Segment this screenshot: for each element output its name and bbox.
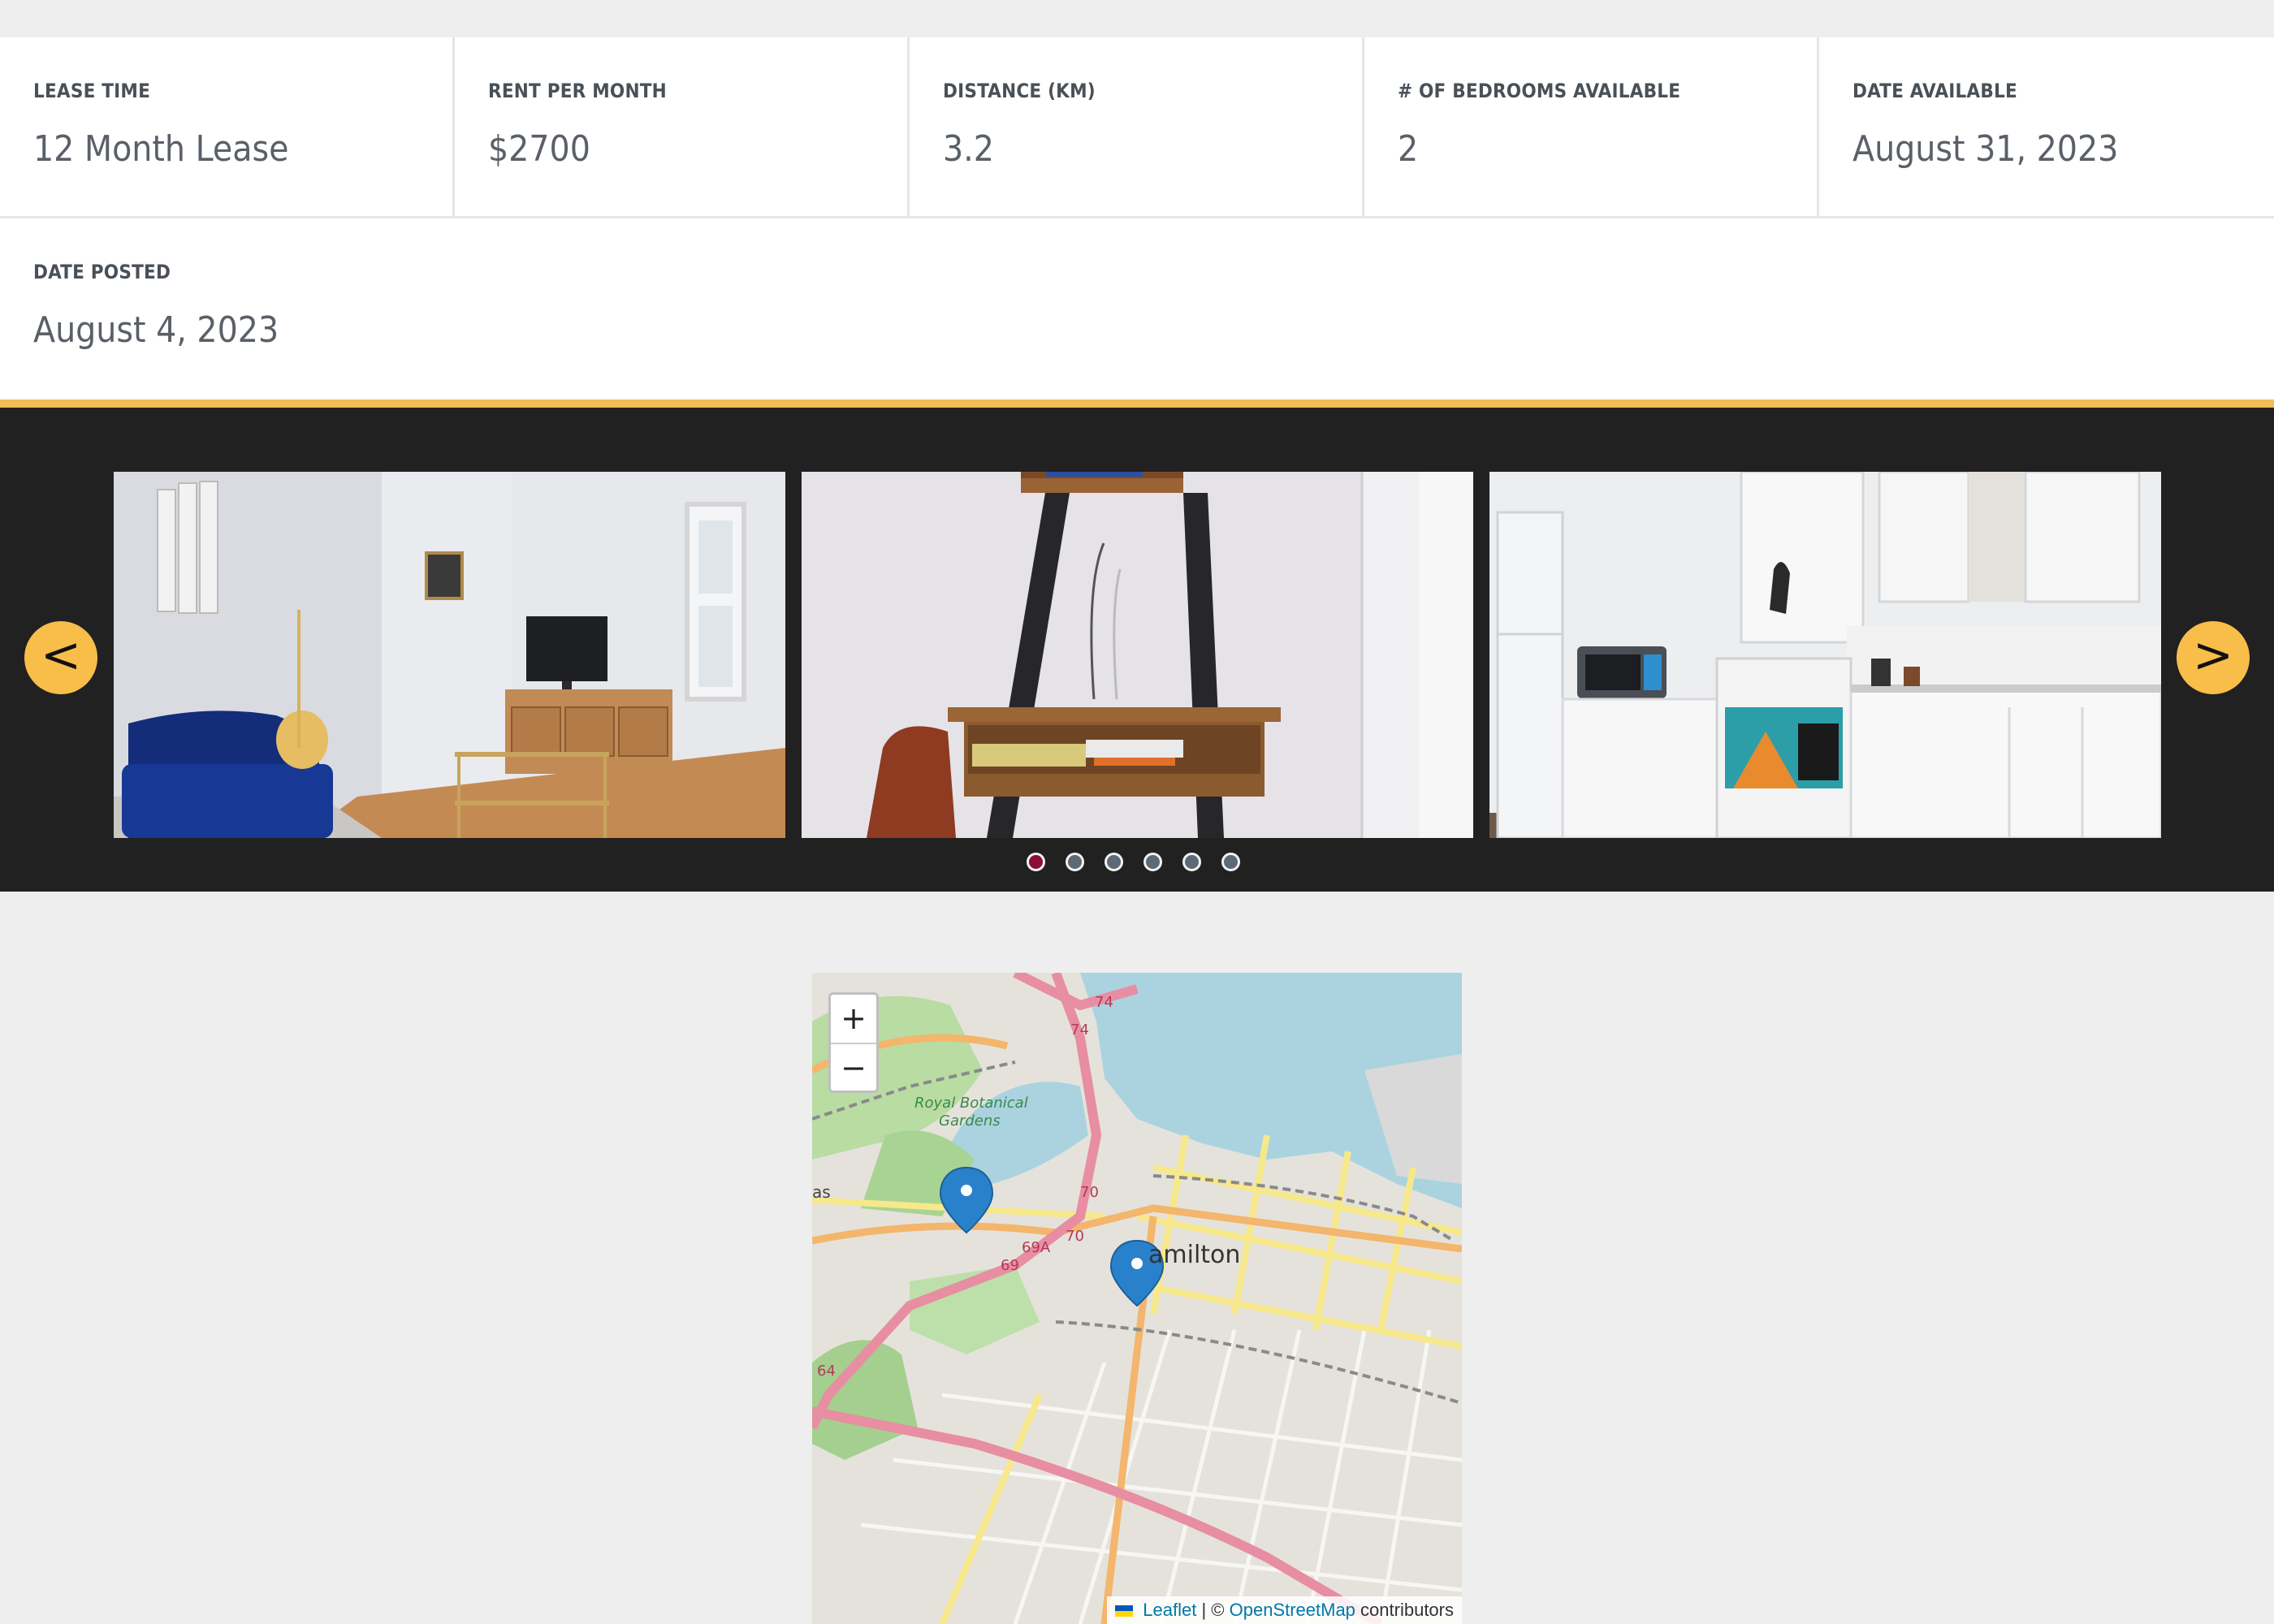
carousel-dot-2[interactable]: [1066, 853, 1084, 871]
accent-divider: [0, 400, 2274, 408]
date-available-label: DATE AVAILABLE: [1852, 80, 2017, 102]
attribution-separator: | ©: [1201, 1600, 1225, 1620]
carousel-next-button[interactable]: >: [2177, 621, 2250, 694]
leaflet-link[interactable]: Leaflet: [1143, 1600, 1196, 1620]
date-posted-label: DATE POSTED: [33, 261, 171, 283]
desk-photo: [802, 472, 1473, 838]
carousel-dot-5[interactable]: [1182, 853, 1201, 871]
lease-time-cell: LEASE TIME 12 Month Lease: [0, 37, 455, 218]
rent-label: RENT PER MONTH: [488, 80, 667, 102]
distance-label: DISTANCE (KM): [943, 80, 1096, 102]
zoom-control: + −: [828, 992, 879, 1093]
map-attribution: Leaflet | © OpenStreetMap contributors: [1107, 1596, 1462, 1624]
road-label-70b: 70: [1066, 1228, 1084, 1245]
edge-place-label: as: [812, 1182, 831, 1202]
park-label-line2: Gardens: [939, 1112, 1001, 1129]
date-posted-cell: DATE POSTED August 4, 2023: [0, 218, 2274, 400]
road-label-74b: 74: [1070, 1021, 1089, 1039]
zoom-in-button[interactable]: +: [831, 995, 876, 1044]
map-tiles: [812, 973, 1462, 1624]
lease-time-label: LEASE TIME: [33, 80, 151, 102]
road-label-64: 64: [817, 1363, 836, 1380]
bedrooms-cell: # OF BEDROOMS AVAILABLE 2: [1364, 37, 1819, 218]
attribution-suffix: contributors: [1360, 1600, 1454, 1620]
slide-kitchen[interactable]: [1489, 472, 2161, 838]
rent-value: $2700: [488, 128, 590, 170]
date-available-cell: DATE AVAILABLE August 31, 2023: [1819, 37, 2274, 218]
date-posted-value: August 4, 2023: [33, 309, 279, 351]
listing-details: LEASE TIME 12 Month Lease RENT PER MONTH…: [0, 37, 2274, 400]
road-label-74a: 74: [1095, 994, 1113, 1011]
distance-value: 3.2: [943, 128, 994, 170]
road-label-70a: 70: [1080, 1184, 1099, 1201]
slide-desk[interactable]: [802, 472, 1473, 838]
road-label-69a: 69A: [1022, 1239, 1051, 1256]
bedrooms-value: 2: [1398, 128, 1419, 170]
living-room-photo: [114, 472, 785, 838]
carousel-dot-6[interactable]: [1221, 853, 1240, 871]
carousel-dot-3[interactable]: [1105, 853, 1123, 871]
slide-living-room[interactable]: [114, 472, 785, 838]
openstreetmap-link[interactable]: OpenStreetMap: [1230, 1600, 1355, 1620]
distance-cell: DISTANCE (KM) 3.2: [910, 37, 1364, 218]
bedrooms-label: # OF BEDROOMS AVAILABLE: [1398, 80, 1681, 102]
carousel-dot-1[interactable]: [1027, 853, 1045, 871]
location-map[interactable]: Royal Botanical Gardens amilton as 74 74…: [812, 973, 1462, 1624]
kitchen-photo: [1489, 472, 2161, 838]
road-label-69: 69: [1001, 1257, 1019, 1274]
rent-cell: RENT PER MONTH $2700: [455, 37, 910, 218]
carousel-prev-button[interactable]: <: [24, 621, 97, 694]
date-available-value: August 31, 2023: [1852, 128, 2119, 170]
ukraine-flag-icon: [1115, 1605, 1134, 1618]
city-label: amilton: [1148, 1241, 1241, 1269]
park-label-line1: Royal Botanical: [914, 1095, 1028, 1112]
lease-time-value: 12 Month Lease: [33, 128, 289, 170]
photo-carousel: < >: [0, 408, 2274, 892]
carousel-dot-4[interactable]: [1143, 853, 1162, 871]
zoom-out-button[interactable]: −: [831, 1044, 876, 1091]
